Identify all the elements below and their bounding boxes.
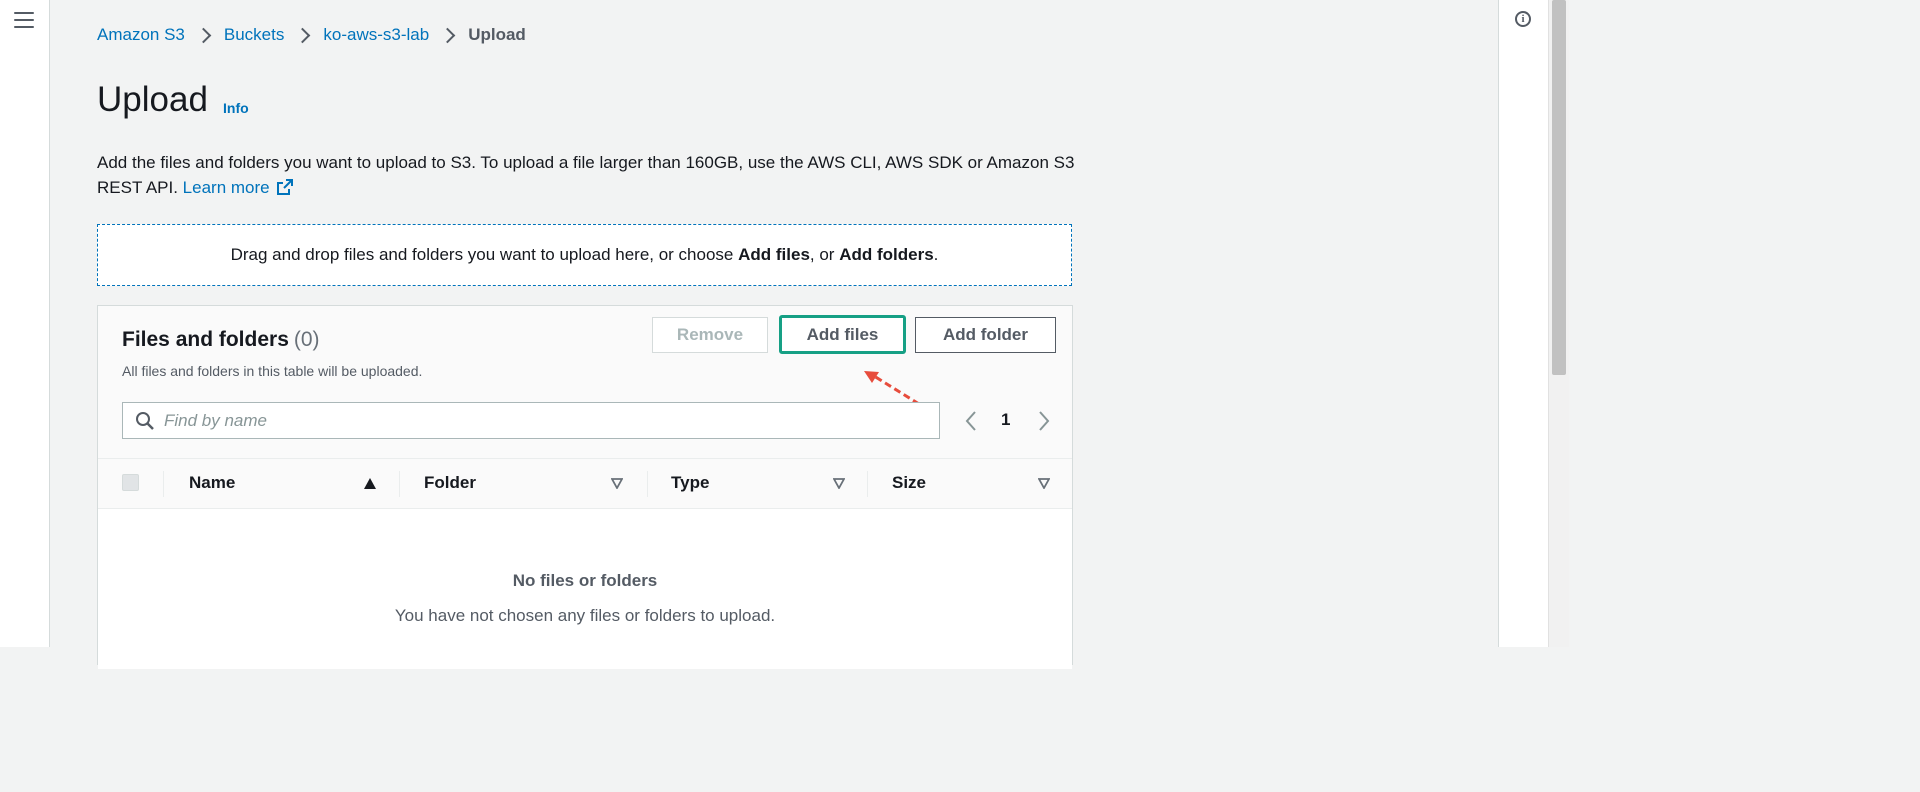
sort-caret-down-icon[interactable] [833, 478, 845, 489]
chevron-left-icon[interactable] [964, 410, 978, 432]
breadcrumb-current: Upload [468, 25, 526, 44]
add-folder-button[interactable]: Add folder [915, 317, 1056, 353]
breadcrumb: Amazon S3 Buckets ko-aws-s3-lab Upload [97, 24, 526, 46]
page-title: Upload [97, 80, 208, 119]
external-link-icon[interactable] [276, 178, 294, 196]
breadcrumb-bucket[interactable]: ko-aws-s3-lab [323, 25, 429, 45]
search-input[interactable] [164, 403, 924, 438]
chevron-right-icon [442, 25, 454, 45]
side-navigation [0, 0, 50, 647]
search-box [122, 402, 940, 439]
search-icon [136, 412, 154, 430]
item-count: (0) [293, 328, 320, 351]
column-divider [163, 471, 164, 497]
chevron-right-icon [297, 25, 309, 45]
learn-more-link[interactable]: Learn more [183, 178, 270, 197]
dropzone-text: Drag and drop files and folders you want… [230, 245, 939, 264]
table-body: No files or folders You have not chosen … [98, 509, 1072, 669]
page-description: Add the files and folders you want to up… [97, 150, 1087, 200]
hamburger-menu-icon[interactable] [14, 12, 34, 30]
column-divider [647, 471, 648, 497]
sort-ascending-icon[interactable] [364, 478, 376, 489]
info-circle-icon[interactable]: i [1515, 11, 1531, 27]
scrollbar-thumb[interactable] [1552, 0, 1566, 375]
add-files-button[interactable]: Add files [779, 315, 906, 354]
panel-subtitle: All files and folders in this table will… [122, 363, 423, 379]
select-all-checkbox[interactable] [122, 474, 139, 491]
empty-state-message: You have not chosen any files or folders… [394, 606, 776, 625]
breadcrumb-buckets[interactable]: Buckets [224, 25, 284, 45]
info-link[interactable]: Info [223, 100, 249, 116]
column-divider [867, 471, 868, 497]
page-scrollbar[interactable] [1548, 0, 1569, 647]
breadcrumb-amazon-s3[interactable]: Amazon S3 [97, 25, 185, 45]
chevron-right-icon [198, 25, 210, 45]
page-number[interactable]: 1 [1001, 410, 1010, 430]
column-type[interactable]: Type [671, 473, 709, 493]
empty-state-title: No files or folders [512, 571, 658, 590]
column-name[interactable]: Name [189, 473, 235, 493]
panel-title: Files and folders (0) [122, 328, 320, 351]
remove-button[interactable]: Remove [652, 317, 768, 353]
files-and-folders-panel: Files and folders (0) All files and folde… [97, 305, 1073, 669]
column-divider [399, 471, 400, 497]
sort-caret-down-icon[interactable] [1038, 478, 1050, 489]
help-panel-rail: i [1498, 0, 1549, 647]
table-header: Name Folder Type Size [98, 458, 1072, 509]
sort-caret-down-icon[interactable] [611, 478, 623, 489]
column-folder[interactable]: Folder [424, 473, 476, 493]
column-size[interactable]: Size [892, 473, 926, 493]
chevron-right-icon[interactable] [1037, 410, 1051, 432]
upload-dropzone[interactable]: Drag and drop files and folders you want… [97, 224, 1072, 286]
